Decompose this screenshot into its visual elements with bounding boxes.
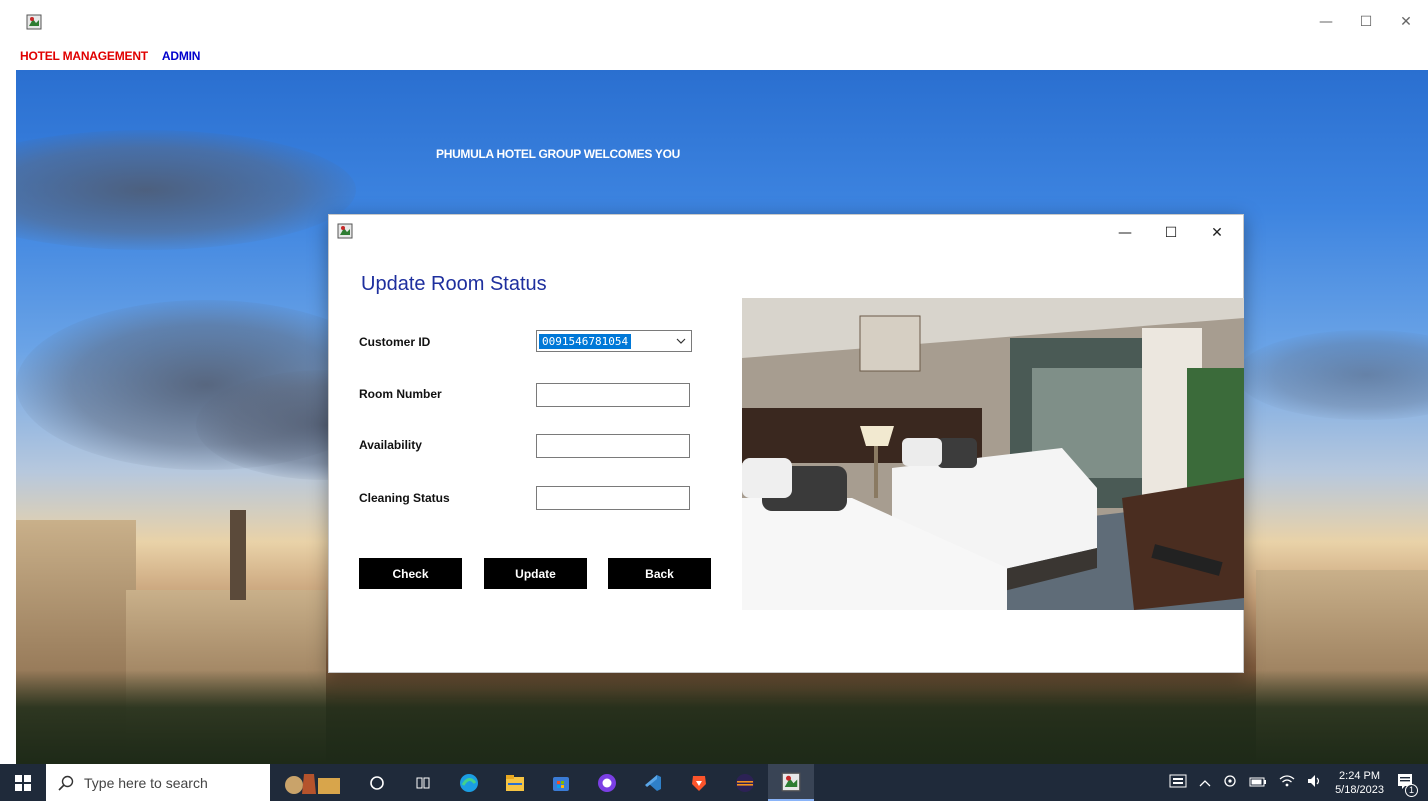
cloud — [1236, 330, 1428, 420]
maximize-button[interactable]: ☐ — [1346, 6, 1386, 38]
palm-trees — [16, 670, 1428, 764]
availability-label: Availability — [359, 438, 422, 452]
dialog-maximize-button[interactable]: ☐ — [1151, 217, 1191, 249]
task-view-icon[interactable] — [400, 764, 446, 801]
meet-now-icon[interactable] — [1223, 774, 1237, 791]
dialog-title: Update Room Status — [361, 273, 547, 295]
wifi-icon[interactable] — [1279, 775, 1295, 790]
start-button[interactable] — [0, 764, 46, 801]
hotel-room-image — [742, 298, 1244, 610]
check-button[interactable]: Check — [359, 558, 462, 589]
update-button[interactable]: Update — [484, 558, 587, 589]
java-app-icon — [26, 14, 42, 30]
store-icon[interactable] — [538, 764, 584, 801]
search-placeholder: Type here to search — [84, 774, 208, 791]
cloud — [16, 130, 356, 250]
dialog-close-button[interactable]: ✕ — [1197, 217, 1237, 249]
welcome-banner: PHUMULA HOTEL GROUP WELCOMES YOU — [436, 147, 680, 161]
menu-admin[interactable]: ADMIN — [162, 49, 201, 63]
dialog-minimize-button[interactable]: — — [1105, 217, 1145, 249]
vscode-icon[interactable] — [630, 764, 676, 801]
clock[interactable]: 2:24 PM 5/18/2023 — [1335, 769, 1384, 797]
search-icon — [58, 775, 74, 791]
clock-date: 5/18/2023 — [1335, 783, 1384, 796]
windows-icon — [15, 774, 31, 791]
room-number-input[interactable] — [536, 383, 690, 407]
edge-icon[interactable] — [446, 764, 492, 801]
brave-icon[interactable] — [676, 764, 722, 801]
menu-hotel-management[interactable]: HOTEL MANAGEMENT — [20, 49, 148, 63]
file-explorer-icon[interactable] — [492, 764, 538, 801]
menu-bar: HOTEL MANAGEMENT ADMIN — [10, 44, 214, 68]
keyboard-icon[interactable] — [1169, 774, 1187, 791]
eclipse-icon[interactable] — [722, 764, 768, 801]
cortana-icon[interactable] — [354, 764, 400, 801]
volume-icon[interactable] — [1307, 774, 1323, 791]
minimize-button[interactable]: — — [1306, 6, 1346, 38]
notification-badge: 1 — [1405, 784, 1418, 797]
tower — [230, 510, 246, 600]
system-tray: 2:24 PM 5/18/2023 1 — [1169, 764, 1428, 801]
availability-input[interactable] — [536, 434, 690, 458]
clock-time: 2:24 PM — [1339, 769, 1381, 782]
main-titlebar: — ☐ ✕ — [10, 6, 1428, 38]
java-app-icon — [337, 223, 353, 239]
customer-id-value: 0091546781054 — [537, 333, 633, 350]
room-number-label: Room Number — [359, 387, 442, 401]
github-icon[interactable] — [584, 764, 630, 801]
taskbar: Type here to search 2:24 PM 5/18/2023 1 — [0, 764, 1428, 801]
update-room-status-dialog: — ☐ ✕ Update Room Status Customer ID 009… — [328, 214, 1244, 673]
cleaning-status-label: Cleaning Status — [359, 491, 450, 505]
customer-id-combobox[interactable]: 0091546781054 — [536, 330, 692, 352]
taskbar-search[interactable]: Type here to search — [46, 764, 270, 801]
news-widget-icon[interactable] — [270, 764, 354, 801]
battery-icon[interactable] — [1249, 776, 1267, 790]
customer-id-label: Customer ID — [359, 335, 431, 349]
notification-center-icon[interactable]: 1 — [1396, 772, 1418, 797]
close-button[interactable]: ✕ — [1386, 6, 1426, 38]
cleaning-status-input[interactable] — [536, 486, 690, 510]
back-button[interactable]: Back — [608, 558, 711, 589]
java-app-taskbar-icon[interactable] — [768, 764, 814, 801]
chevron-down-icon[interactable] — [671, 331, 691, 351]
chevron-up-icon[interactable] — [1199, 776, 1211, 790]
